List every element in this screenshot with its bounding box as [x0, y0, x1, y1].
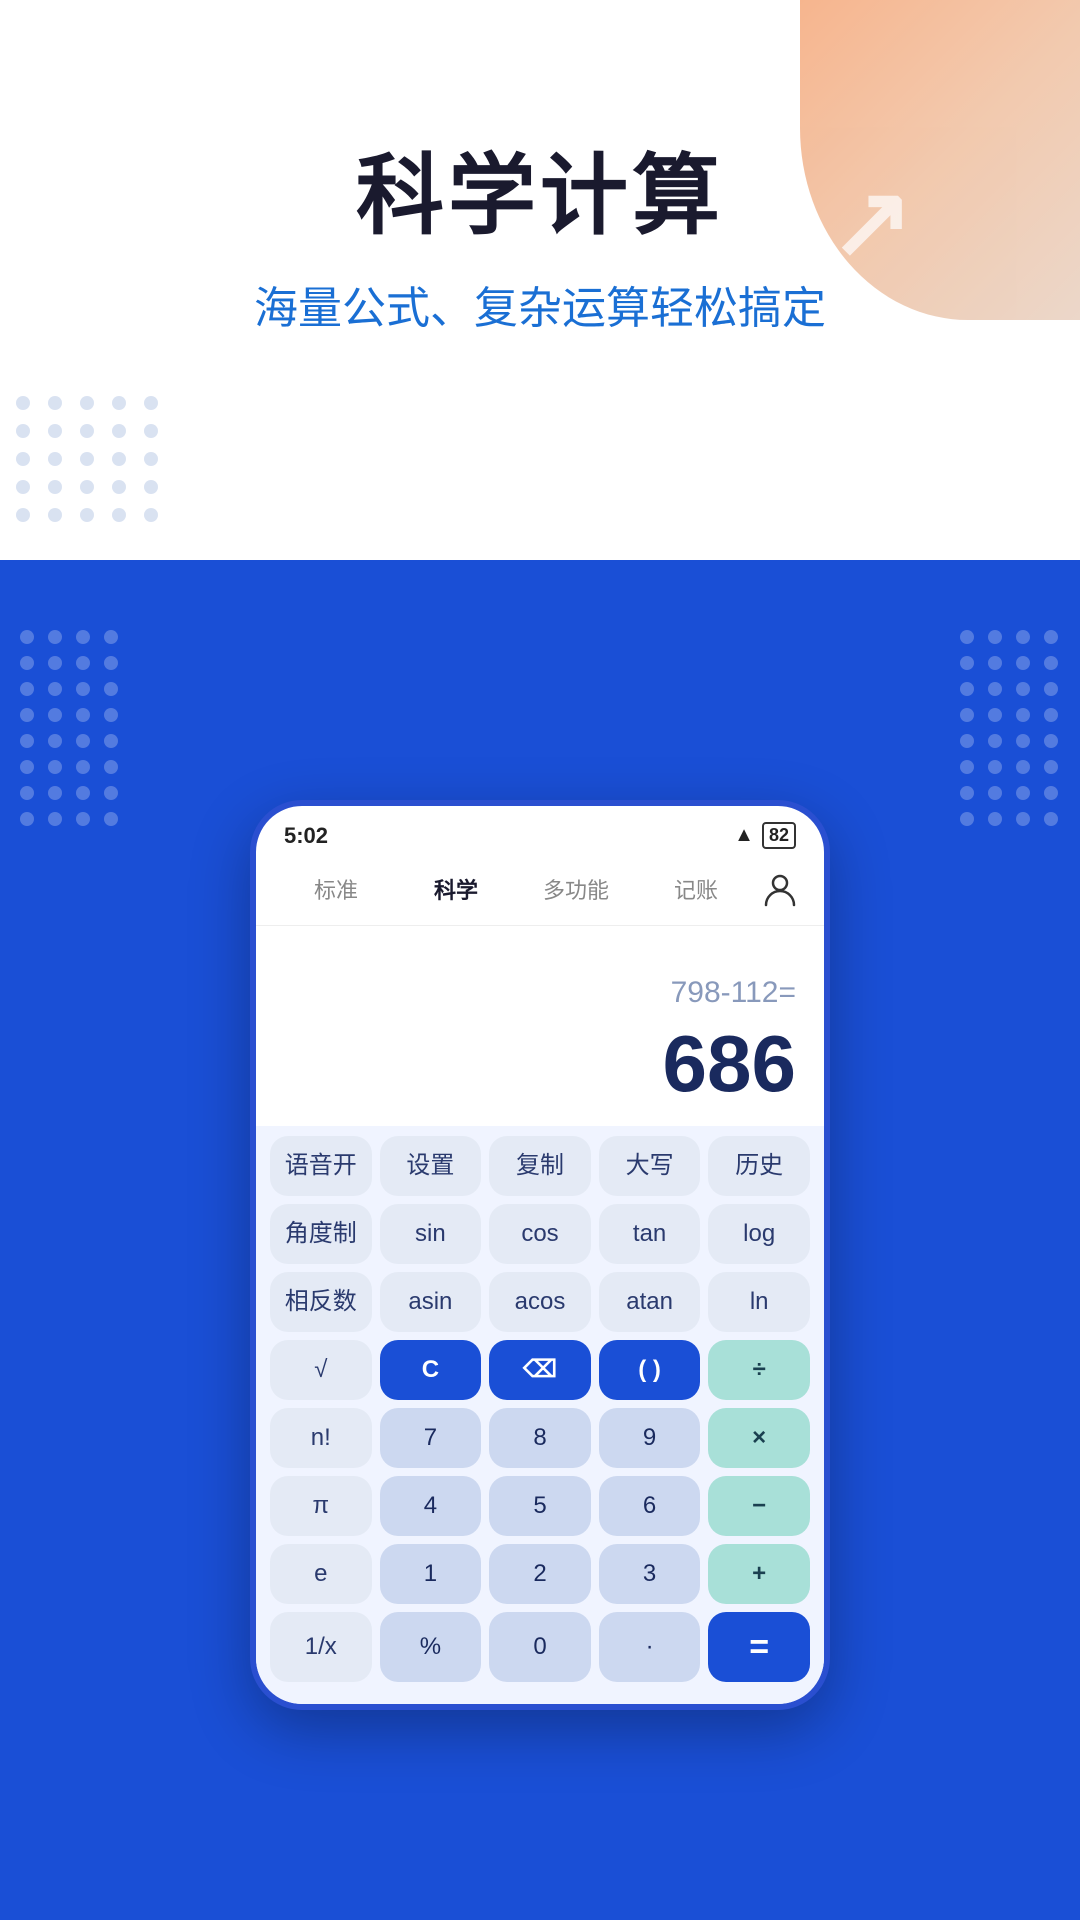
btn-uppercase[interactable]: 大写 [599, 1136, 701, 1196]
btn-factorial[interactable]: n! [270, 1408, 372, 1468]
button-row-8: 1/x % 0 · = [270, 1612, 810, 1682]
expression-display: 798-112= [671, 976, 796, 1010]
tab-standard[interactable]: 标准 [276, 867, 396, 911]
btn-asin[interactable]: asin [380, 1272, 482, 1332]
button-row-5: n! 7 8 9 × [270, 1408, 810, 1468]
btn-ln[interactable]: ln [708, 1272, 810, 1332]
btn-percent[interactable]: % [380, 1612, 482, 1682]
btn-3[interactable]: 3 [599, 1544, 701, 1604]
btn-1[interactable]: 1 [380, 1544, 482, 1604]
btn-backspace[interactable]: ⌫ [489, 1340, 591, 1400]
btn-6[interactable]: 6 [599, 1476, 701, 1536]
btn-0[interactable]: 0 [489, 1612, 591, 1682]
display-area: 798-112= 686 [256, 926, 824, 1126]
button-row-1: 语音开 设置 复制 大写 历史 [270, 1136, 810, 1196]
btn-log[interactable]: log [708, 1204, 810, 1264]
button-row-2: 角度制 sin cos tan log [270, 1204, 810, 1264]
btn-add[interactable]: + [708, 1544, 810, 1604]
btn-4[interactable]: 4 [380, 1476, 482, 1536]
btn-parens[interactable]: ( ) [599, 1340, 701, 1400]
blue-dot-decoration-right [950, 620, 1070, 836]
calculator-buttons: 语音开 设置 复制 大写 历史 角度制 sin cos tan log 相反数 … [256, 1126, 824, 1704]
btn-5[interactable]: 5 [489, 1476, 591, 1536]
btn-reciprocal[interactable]: 1/x [270, 1612, 372, 1682]
btn-7[interactable]: 7 [380, 1408, 482, 1468]
btn-pi[interactable]: π [270, 1476, 372, 1536]
btn-9[interactable]: 9 [599, 1408, 701, 1468]
btn-negate[interactable]: 相反数 [270, 1272, 372, 1332]
btn-8[interactable]: 8 [489, 1408, 591, 1468]
btn-acos[interactable]: acos [489, 1272, 591, 1332]
page-title: 科学计算 [356, 125, 724, 252]
nav-tabs: 标准 科学 多功能 记账 [256, 857, 824, 926]
btn-2[interactable]: 2 [489, 1544, 591, 1604]
status-time: 5:02 [284, 823, 328, 849]
btn-clear[interactable]: C [380, 1340, 482, 1400]
result-display: 686 [663, 1018, 796, 1110]
battery-icon: 82 [762, 822, 796, 849]
page-subtitle: 海量公式、复杂运算轻松搞定 [254, 272, 826, 336]
btn-sqrt[interactable]: √ [270, 1340, 372, 1400]
btn-subtract[interactable]: − [708, 1476, 810, 1536]
button-row-3: 相反数 asin acos atan ln [270, 1272, 810, 1332]
btn-history[interactable]: 历史 [708, 1136, 810, 1196]
tab-science[interactable]: 科学 [396, 867, 516, 911]
btn-atan[interactable]: atan [599, 1272, 701, 1332]
btn-multiply[interactable]: × [708, 1408, 810, 1468]
btn-e[interactable]: e [270, 1544, 372, 1604]
btn-sin[interactable]: sin [380, 1204, 482, 1264]
profile-button[interactable] [756, 865, 804, 913]
status-bar: 5:02 ▲ 82 [256, 806, 824, 857]
btn-cos[interactable]: cos [489, 1204, 591, 1264]
btn-degree[interactable]: 角度制 [270, 1204, 372, 1264]
btn-voice[interactable]: 语音开 [270, 1136, 372, 1196]
btn-divide[interactable]: ÷ [708, 1340, 810, 1400]
btn-decimal[interactable]: · [599, 1612, 701, 1682]
btn-copy[interactable]: 复制 [489, 1136, 591, 1196]
tab-accounting[interactable]: 记账 [636, 867, 756, 911]
btn-tan[interactable]: tan [599, 1204, 701, 1264]
button-row-4: √ C ⌫ ( ) ÷ [270, 1340, 810, 1400]
tab-multifunction[interactable]: 多功能 [516, 867, 636, 911]
blue-dot-decoration-left [10, 620, 130, 836]
btn-settings[interactable]: 设置 [380, 1136, 482, 1196]
button-row-7: e 1 2 3 + [270, 1544, 810, 1604]
btn-equals[interactable]: = [708, 1612, 810, 1682]
button-row-6: π 4 5 6 − [270, 1476, 810, 1536]
phone-mockup: 5:02 ▲ 82 标准 科学 多功能 记账 798-112= 686 语音开 … [250, 800, 830, 1710]
wifi-icon: ▲ [734, 824, 754, 847]
